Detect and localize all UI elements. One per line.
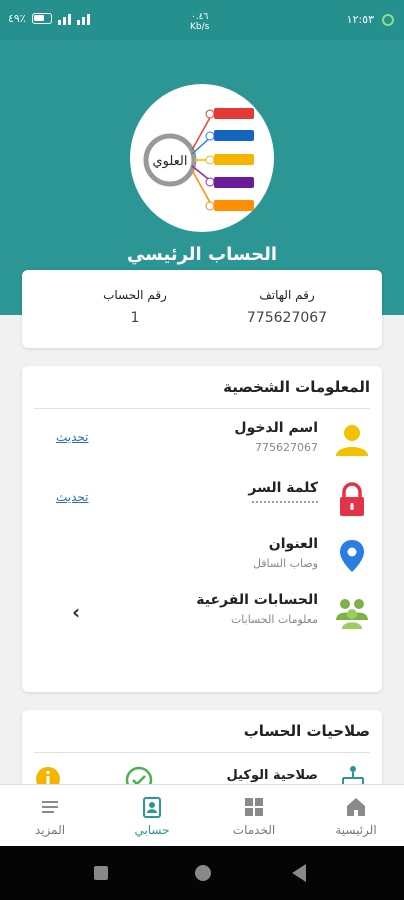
bottom-nav: الرئيسية الخدمات حسابي المزيد xyxy=(0,784,404,846)
permissions-title: صلاحيات الحساب xyxy=(243,722,370,740)
sub-accounts-row[interactable]: الحسابات الفرعية معلومات الحسابات ‹ xyxy=(22,588,382,648)
personal-info-card: المعلومات الشخصية اسم الدخول 775627067 ت… xyxy=(22,366,382,692)
signal-icon xyxy=(57,13,71,25)
home-icon xyxy=(347,798,365,816)
account-info-card: رقم الهاتف 775627067 رقم الحساب 1 xyxy=(22,270,382,348)
battery-percent: ٤٩٪ xyxy=(8,12,26,25)
status-time: ١٢:٥٣ xyxy=(346,13,374,26)
nav-my-account-label: حسابي xyxy=(134,823,170,837)
lock-icon xyxy=(340,482,364,516)
password-mask xyxy=(252,497,318,503)
divider xyxy=(34,408,370,409)
nav-my-account[interactable]: حسابي xyxy=(112,791,192,837)
grid-icon xyxy=(245,798,263,816)
nav-home[interactable]: الرئيسية xyxy=(316,791,396,837)
status-bar: ١٢:٥٣ ٠.٤٦ Kb/s ٤٩٪ xyxy=(0,0,404,40)
signal-icon-2 xyxy=(76,13,90,25)
account-number-value: 1 xyxy=(130,310,140,326)
update-password-link[interactable]: تحديث xyxy=(56,490,89,504)
phone-value: 775627067 xyxy=(246,310,328,326)
divider xyxy=(34,752,370,753)
system-nav-bar xyxy=(0,846,404,900)
personal-info-title: المعلومات الشخصية xyxy=(223,378,370,396)
address-label: العنوان xyxy=(268,536,318,552)
menu-icon xyxy=(42,801,58,813)
sync-icon xyxy=(382,13,394,26)
agent-permission-label: صلاحية الوكيل xyxy=(226,768,318,783)
recent-apps-icon[interactable] xyxy=(94,866,108,880)
back-icon[interactable] xyxy=(292,864,306,882)
network-speed: ٠.٤٦ Kb/s xyxy=(190,12,210,32)
nav-services-label: الخدمات xyxy=(232,823,276,837)
phone-label: رقم الهاتف xyxy=(259,288,315,302)
account-number-info: رقم الحساب 1 xyxy=(70,288,200,326)
home-button-icon[interactable] xyxy=(195,865,211,881)
nav-home-label: الرئيسية xyxy=(335,823,377,837)
chevron-left-icon[interactable]: ‹ xyxy=(72,600,80,624)
address-value: وصاب السافل xyxy=(252,557,318,570)
phone-info: رقم الهاتف 775627067 xyxy=(222,288,352,326)
id-card-icon xyxy=(143,797,161,818)
password-label: كلمة السر xyxy=(248,480,318,496)
sub-accounts-icon xyxy=(336,599,368,629)
nav-more-label: المزيد xyxy=(34,823,66,837)
location-pin-icon xyxy=(340,540,364,572)
status-right: ١٢:٥٣ xyxy=(347,13,394,26)
sub-accounts-sub: معلومات الحسابات xyxy=(230,613,318,626)
password-row: كلمة السر تحديث xyxy=(22,476,382,536)
account-number-label: رقم الحساب xyxy=(103,288,167,302)
nav-services[interactable]: الخدمات xyxy=(214,791,294,837)
account-title: الحساب الرئيسي xyxy=(126,244,278,265)
avatar[interactable]: العلوي xyxy=(130,84,274,232)
sub-accounts-label: الحسابات الفرعية xyxy=(196,592,318,608)
address-row: العنوان وصاب السافل xyxy=(22,532,382,592)
svg-text:العلوي: العلوي xyxy=(152,154,187,169)
user-icon xyxy=(336,425,368,456)
battery-icon xyxy=(31,13,52,24)
status-left: ٤٩٪ xyxy=(8,12,90,25)
nav-more[interactable]: المزيد xyxy=(10,791,90,837)
update-login-link[interactable]: تحديث xyxy=(56,430,89,444)
avatar-logo-icon: العلوي xyxy=(143,108,254,211)
login-name-label: اسم الدخول xyxy=(234,420,318,436)
login-name-row: اسم الدخول 775627067 تحديث xyxy=(22,416,382,476)
login-name-value: 775627067 xyxy=(255,441,318,454)
